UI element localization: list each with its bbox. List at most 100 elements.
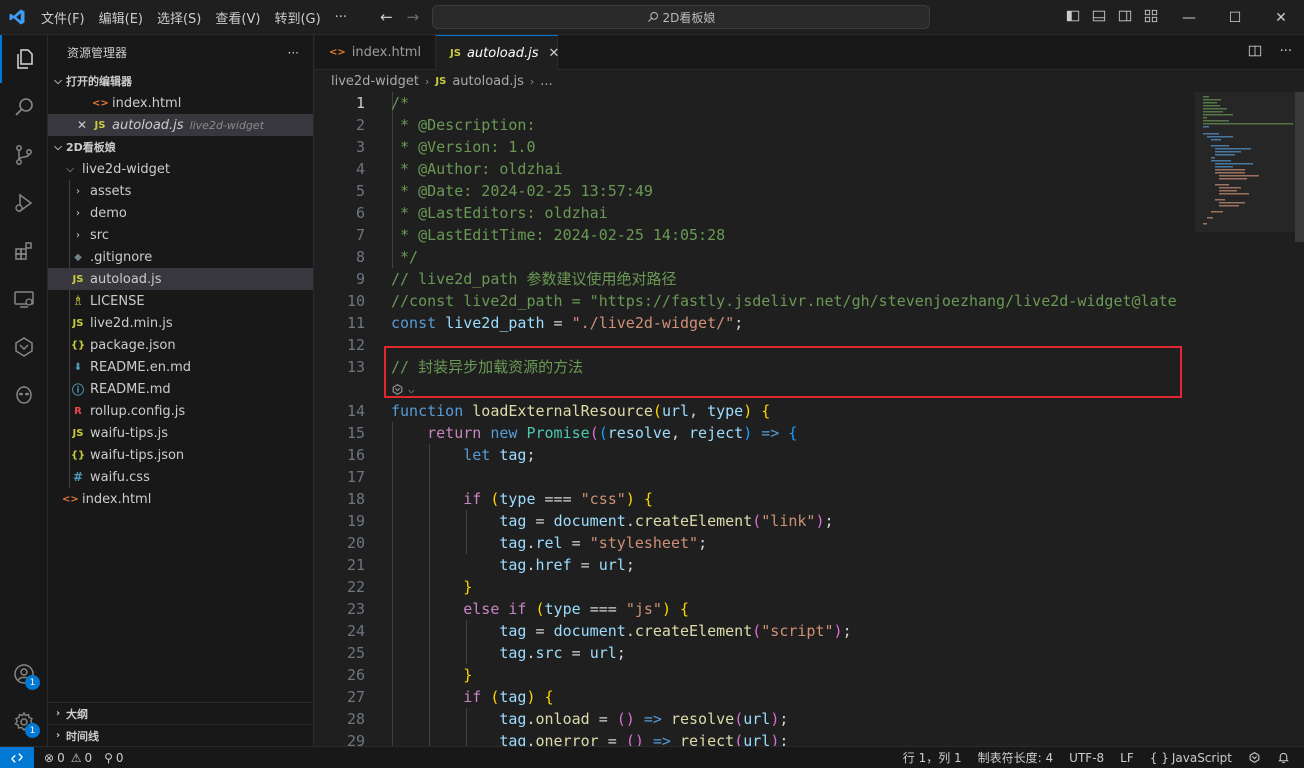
extensions-icon[interactable] [0, 227, 48, 275]
encoding[interactable]: UTF-8 [1063, 751, 1110, 765]
code-token: => [761, 424, 780, 442]
tree-item-label: waifu.css [90, 469, 150, 485]
menu-go[interactable]: 转到(G) [267, 8, 327, 27]
menu-view[interactable]: 查看(V) [208, 8, 267, 27]
breadcrumb-more[interactable]: ... [540, 74, 552, 89]
minimap[interactable] [1195, 92, 1295, 746]
code-token: reject [689, 424, 744, 442]
tree-file-license[interactable]: ♗ LICENSE [48, 290, 313, 312]
command-center-search[interactable]: 2D看板娘 [432, 5, 930, 29]
code-token: href [535, 556, 572, 574]
tree-file-live2d-min-js[interactable]: JS live2d.min.js [48, 312, 313, 334]
code-line-25: 25 tag.src = url; [315, 642, 1195, 664]
close-icon[interactable]: ✕ [549, 46, 560, 61]
open-editor-index-html[interactable]: <> index.html [48, 92, 313, 114]
chevron-right-icon: › [76, 185, 80, 197]
code-line-5: 5 * @Date: 2024-02-25 13:57:49 [315, 180, 1195, 202]
tree-file-rollup-config[interactable]: R rollup.config.js [48, 400, 313, 422]
code-token: type [544, 600, 581, 618]
tree-file-index-html[interactable]: <> index.html [48, 488, 313, 510]
search-icon[interactable] [0, 83, 48, 131]
folder-live2d-widget[interactable]: ⌵ live2d-widget [48, 158, 313, 180]
settings-gear-icon[interactable]: 1 [0, 698, 48, 746]
codelens-ai[interactable]: ⌵ [391, 379, 415, 399]
toggle-sidebar-icon[interactable] [1066, 9, 1080, 23]
line-number: 25 [346, 644, 365, 662]
code-line-18: 18 if (type === "css") { [315, 488, 1195, 510]
close-icon[interactable]: ✕ [74, 118, 90, 132]
code-text: */ [391, 248, 419, 266]
tree-file-package-json[interactable]: {} package.json [48, 334, 313, 356]
code-token: "js" [625, 600, 662, 618]
forward-arrow-icon[interactable]: → [407, 8, 420, 26]
js-file-icon: JS [450, 47, 461, 59]
tree-file-readme-en[interactable]: ⬇ README.en.md [48, 356, 313, 378]
scrollbar-thumb[interactable] [1295, 92, 1304, 242]
explorer-icon[interactable] [0, 35, 48, 83]
remote-icon[interactable] [0, 746, 34, 768]
open-editor-name: index.html [112, 95, 182, 111]
line-number: 13 [346, 358, 365, 376]
maximize-icon[interactable]: ☐ [1212, 0, 1258, 35]
code-text: * @Version: 1.0 [391, 138, 536, 156]
outline-label: 大纲 [66, 707, 88, 721]
tab-size[interactable]: 制表符长度: 4 [972, 749, 1060, 766]
accounts-icon[interactable]: 1 [0, 650, 48, 698]
tree-item-label: autoload.js [90, 271, 162, 287]
timeline-section[interactable]: › 时间线 [48, 724, 313, 746]
tree-folder-demo[interactable]: › demo [48, 202, 313, 224]
problems-indicator[interactable]: ⊗ 0 ⚠ 0 [38, 751, 98, 765]
breadcrumb-folder[interactable]: live2d-widget [331, 74, 419, 89]
tab-autoload-js[interactable]: JS autoload.js ✕ [436, 35, 560, 70]
customize-layout-icon[interactable] [1144, 9, 1158, 23]
menu-selection[interactable]: 选择(S) [150, 8, 208, 27]
explorer-more-button[interactable]: ··· [288, 46, 299, 60]
line-number: 10 [346, 292, 365, 310]
tree-item-label: waifu-tips.js [90, 425, 168, 441]
tree-file-waifu-css[interactable]: # waifu.css [48, 466, 313, 488]
toggle-secondary-sidebar-icon[interactable] [1118, 9, 1132, 23]
ports-indicator[interactable]: ⚲ 0 [98, 751, 129, 765]
tree-file-autoload-js[interactable]: JS autoload.js [48, 268, 313, 290]
source-control-icon[interactable] [0, 131, 48, 179]
code-editor[interactable]: 1/* 2 * @Description: 3 * @Version: 1.0 … [315, 92, 1195, 746]
vertical-scrollbar[interactable] [1295, 92, 1304, 746]
tree-file-readme[interactable]: ⓘ README.md [48, 378, 313, 400]
menu-file[interactable]: 文件(F) [34, 8, 92, 27]
toggle-panel-icon[interactable] [1092, 9, 1106, 23]
split-editor-icon[interactable] [1248, 44, 1262, 58]
menu-edit[interactable]: 编辑(E) [92, 8, 150, 27]
back-arrow-icon[interactable]: ← [380, 8, 393, 26]
workspace-section[interactable]: ⌵ 2D看板娘 [48, 136, 313, 158]
menu-more[interactable]: ··· [328, 10, 354, 25]
language-mode[interactable]: { } JavaScript [1144, 751, 1238, 765]
code-token: src [535, 644, 563, 662]
tree-file-waifu-tips-js[interactable]: JS waifu-tips.js [48, 422, 313, 444]
run-debug-icon[interactable] [0, 179, 48, 227]
tree-file-waifu-tips-json[interactable]: {} waifu-tips.json [48, 444, 313, 466]
close-window-icon[interactable]: ✕ [1258, 0, 1304, 35]
line-number: 15 [346, 424, 365, 442]
tree-file-gitignore[interactable]: ◆ .gitignore [48, 246, 313, 268]
notifications-bell-icon[interactable] [1271, 751, 1296, 764]
alien-icon[interactable] [0, 371, 48, 419]
end-of-line[interactable]: LF [1114, 751, 1140, 765]
tree-folder-src[interactable]: › src [48, 224, 313, 246]
tab-index-html[interactable]: <> index.html [315, 35, 436, 70]
breadcrumb-file[interactable]: autoload.js [452, 74, 524, 89]
tree-folder-assets[interactable]: › assets [48, 180, 313, 202]
ai-icon[interactable] [1242, 751, 1267, 764]
more-actions-icon[interactable]: ··· [1280, 44, 1292, 59]
remote-explorer-icon[interactable] [0, 275, 48, 323]
code-token: tag [499, 644, 527, 662]
code-line-14: 14 function loadExternalResource(url, typ… [315, 400, 1195, 422]
open-editors-section[interactable]: ⌵ 打开的编辑器 [48, 70, 313, 92]
code-token: "script" [761, 622, 834, 640]
code-token: document [553, 622, 626, 640]
ai-icon[interactable] [0, 323, 48, 371]
open-editor-autoload-js[interactable]: ✕ JS autoload.js live2d-widget [48, 114, 313, 136]
minimize-icon[interactable]: — [1166, 0, 1212, 35]
cursor-position[interactable]: 行 1，列 1 [897, 749, 968, 766]
tree-item-label: live2d.min.js [90, 315, 173, 331]
outline-section[interactable]: › 大纲 [48, 702, 313, 724]
